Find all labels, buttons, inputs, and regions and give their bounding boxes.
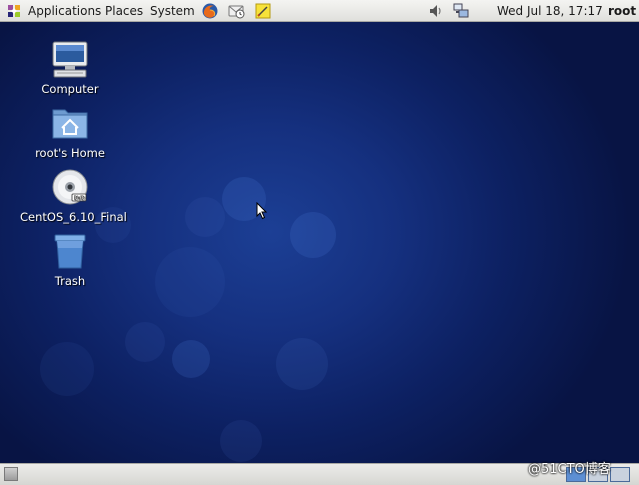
bokeh-circle: [172, 340, 210, 378]
menu-system[interactable]: System: [150, 4, 195, 18]
workspace-3[interactable]: [610, 467, 630, 482]
top-panel: Applications Places System Wed Jul 18, 1…: [0, 0, 639, 22]
clock[interactable]: Wed Jul 18, 17:17: [497, 4, 603, 18]
desktop-icon-computer[interactable]: Computer: [20, 40, 120, 96]
desktop-icon-trash[interactable]: Trash: [20, 232, 120, 288]
computer-icon: [52, 41, 88, 78]
notes-icon[interactable]: [254, 2, 272, 20]
mouse-cursor-icon: [256, 202, 268, 220]
menu-places[interactable]: Places: [105, 4, 143, 18]
dvd-icon: DVD: [52, 169, 88, 205]
volume-icon[interactable]: [428, 3, 444, 19]
watermark: @51CTO博客: [528, 462, 611, 477]
desktop-icon-label: Trash: [54, 274, 86, 288]
show-desktop-button[interactable]: [4, 467, 18, 481]
firefox-icon[interactable]: [201, 2, 219, 20]
screen: Applications Places System Wed Jul 18, 1…: [0, 0, 639, 485]
menu-applications[interactable]: Applications: [28, 4, 101, 18]
bokeh-circle: [276, 338, 328, 390]
bokeh-circle: [185, 197, 225, 237]
network-icon[interactable]: [453, 3, 469, 19]
bokeh-circle: [220, 420, 262, 462]
user-menu[interactable]: root: [608, 4, 636, 18]
desktop-icon-home[interactable]: root's Home: [20, 104, 120, 160]
mail-clock-icon[interactable]: [228, 2, 246, 20]
bokeh-circle: [290, 212, 336, 258]
desktop-icon-dvd[interactable]: DVD CentOS_6.10_Final: [20, 168, 127, 224]
home-folder-icon: [52, 109, 88, 139]
desktop-icon-label: CentOS_6.10_Final: [20, 210, 127, 224]
trash-icon: [54, 234, 86, 269]
centos-logo-icon[interactable]: [6, 3, 22, 19]
svg-text:DVD: DVD: [73, 196, 84, 202]
bokeh-circle: [155, 247, 225, 317]
bokeh-circle: [40, 342, 94, 396]
bokeh-circle: [125, 322, 165, 362]
desktop-icon-label: Computer: [41, 82, 99, 96]
desktop-icon-label: root's Home: [35, 146, 105, 160]
